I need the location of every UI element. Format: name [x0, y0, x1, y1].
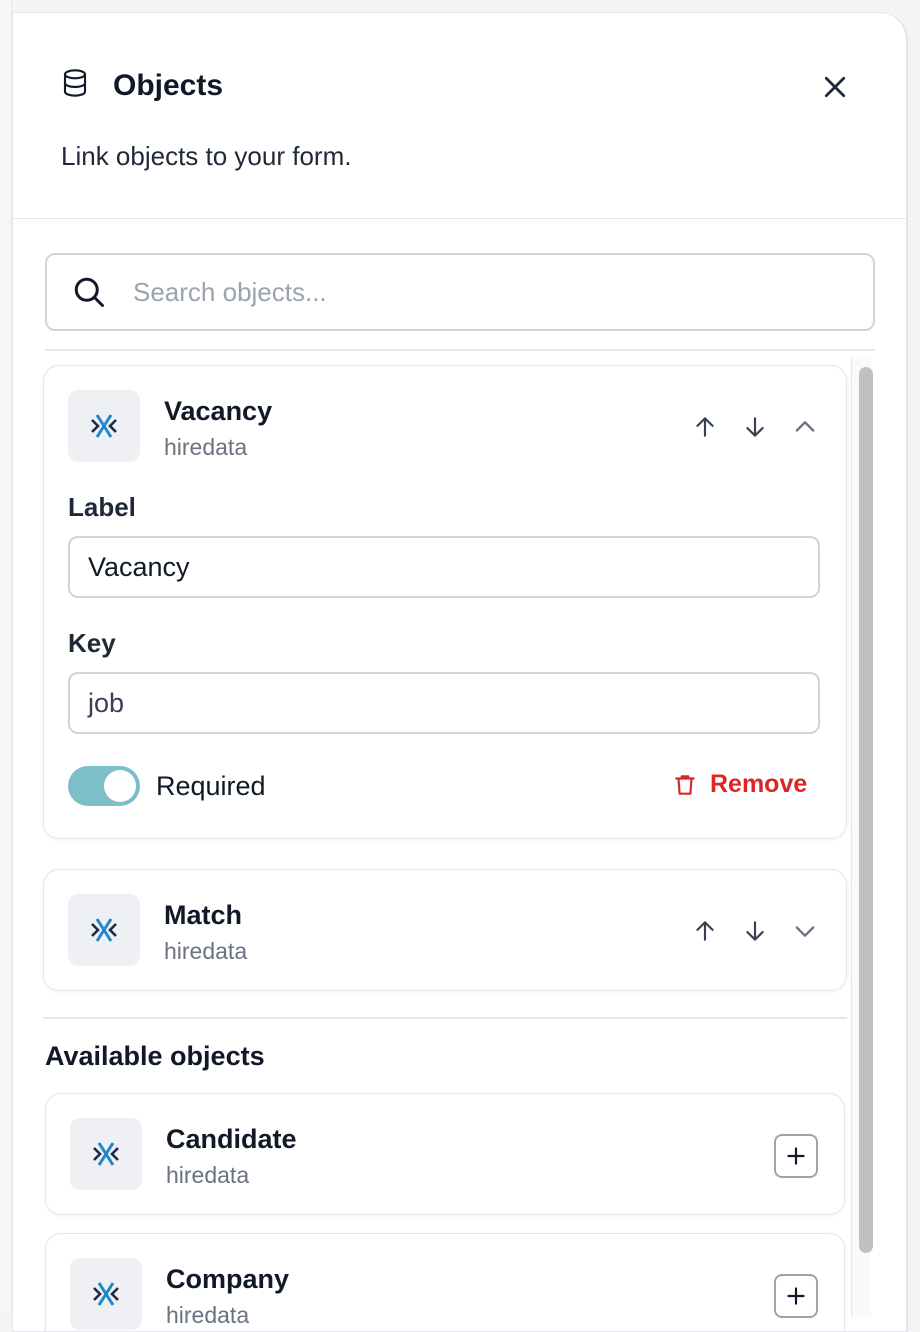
linked-object-card-vacancy: Vacancy hiredata Label Vacancy Key job R…: [43, 365, 847, 839]
arrow-up-icon: [696, 417, 714, 437]
plus-icon: [787, 1147, 805, 1165]
hiredata-logo-icon: [91, 414, 117, 438]
panel-header: Objects Link objects to your form.: [13, 13, 906, 219]
hiredata-logo: [70, 1258, 142, 1330]
move-down-button[interactable]: [738, 410, 772, 444]
panel-subtitle: Link objects to your form.: [61, 141, 352, 171]
available-object-card-candidate: Candidate hiredata: [45, 1093, 845, 1215]
search-icon: [74, 277, 104, 307]
key-field-title: Key: [68, 628, 116, 658]
label-field-title: Label: [68, 492, 136, 522]
page-title: Objects: [113, 68, 224, 102]
add-object-button[interactable]: [774, 1274, 818, 1318]
object-name: Match: [164, 900, 243, 930]
object-name: Vacancy: [164, 396, 273, 426]
arrow-down-icon: [746, 417, 764, 437]
object-source: hiredata: [166, 1162, 250, 1188]
objects-panel: Objects Link objects to your form. Searc…: [12, 12, 908, 1332]
available-object-card-company: Company hiredata: [45, 1233, 845, 1331]
object-name: Company: [166, 1264, 290, 1294]
objects-list: Vacancy hiredata Label Vacancy Key job R…: [13, 353, 906, 1331]
object-source: hiredata: [166, 1302, 250, 1328]
expand-button[interactable]: [788, 914, 822, 948]
hiredata-logo: [68, 390, 140, 462]
search-box[interactable]: [45, 253, 875, 331]
background-strip: [0, 0, 12, 1312]
database-icon: [59, 67, 91, 104]
move-up-button[interactable]: [688, 410, 722, 444]
chevron-up-icon: [795, 421, 815, 432]
chevron-down-icon: [795, 926, 815, 937]
required-label: Required: [156, 771, 266, 801]
hiredata-logo: [70, 1118, 142, 1190]
required-toggle[interactable]: [68, 766, 140, 806]
hiredata-logo-icon: [93, 1282, 119, 1306]
toggle-knob: [104, 770, 136, 802]
object-source: hiredata: [164, 938, 248, 964]
arrow-up-icon: [696, 921, 714, 941]
move-down-button[interactable]: [738, 914, 772, 948]
search-input[interactable]: [133, 276, 813, 308]
key-input[interactable]: job: [68, 672, 820, 734]
hiredata-logo: [68, 894, 140, 966]
divider: [43, 1017, 847, 1019]
title-row: Objects: [59, 67, 223, 104]
divider: [45, 349, 875, 351]
arrow-down-icon: [746, 921, 764, 941]
remove-button[interactable]: Remove: [672, 770, 807, 799]
label-input[interactable]: Vacancy: [68, 536, 820, 598]
hiredata-logo-icon: [91, 918, 117, 942]
collapse-button[interactable]: [788, 410, 822, 444]
close-button[interactable]: [817, 69, 853, 105]
scrollbar-thumb[interactable]: [859, 367, 873, 1253]
move-up-button[interactable]: [688, 914, 722, 948]
add-object-button[interactable]: [774, 1134, 818, 1178]
available-objects-title: Available objects: [45, 1041, 265, 1071]
remove-label: Remove: [710, 770, 808, 798]
object-source: hiredata: [164, 434, 248, 460]
hiredata-logo-icon: [93, 1142, 119, 1166]
close-icon: [824, 76, 846, 98]
trash-icon: [675, 774, 695, 795]
linked-object-card-match: Match hiredata: [43, 869, 847, 991]
plus-icon: [787, 1287, 805, 1305]
object-name: Candidate: [166, 1124, 297, 1154]
